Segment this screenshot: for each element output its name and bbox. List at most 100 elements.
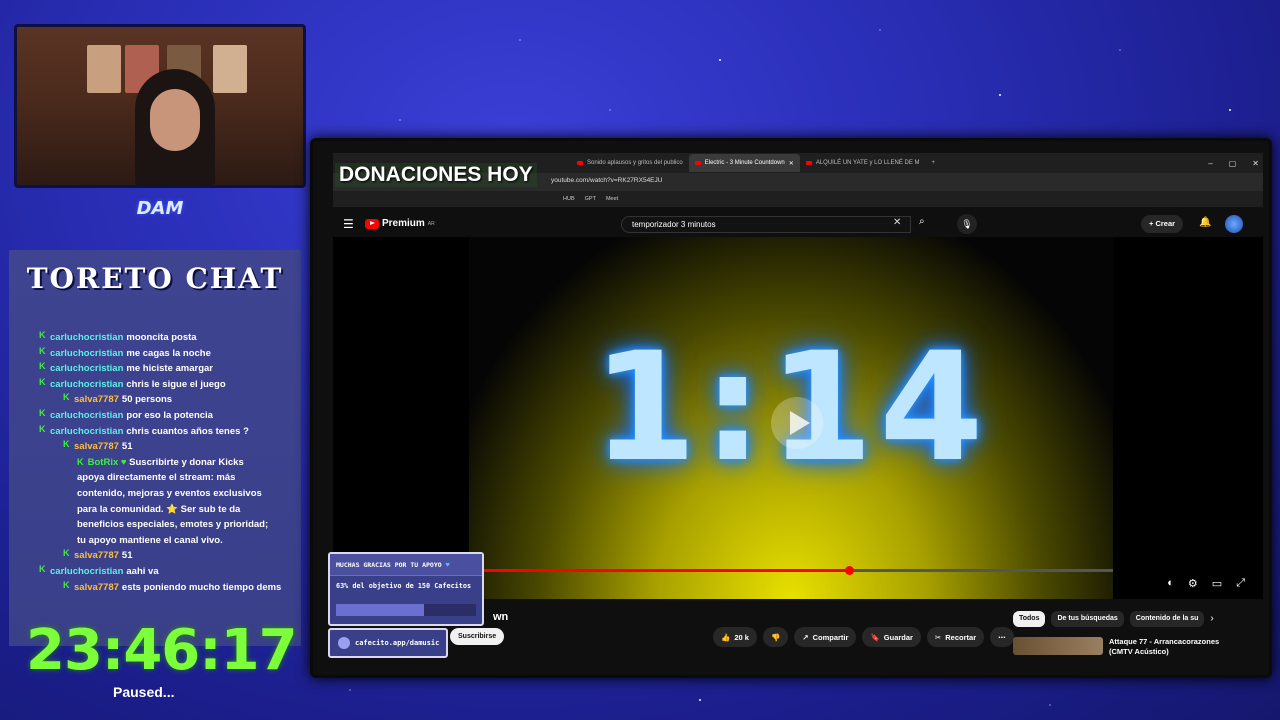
progress-bar[interactable] <box>469 566 1113 575</box>
cafecito-url: cafecito.app/damusic <box>355 639 440 647</box>
recommended-video[interactable]: Attaque 77 - Arrancacorazones (CMTV Acús… <box>1013 637 1229 657</box>
thumbs-down-icon: 👎 <box>770 632 781 642</box>
like-count: 20 k <box>734 632 749 642</box>
chat-username[interactable]: carluchocristian <box>50 361 123 377</box>
like-button[interactable]: 👍 20 k <box>713 627 757 647</box>
chat-message: Kcarluchocristian chris le sigue el juego <box>39 377 301 393</box>
thumbs-up-icon: 👍 <box>721 632 731 642</box>
create-button[interactable]: + Crear <box>1141 215 1184 233</box>
url-text: youtube.com/watch?v=RK27RX54EJU <box>551 177 663 184</box>
clear-search-icon[interactable]: ✕ <box>893 217 901 228</box>
chat-username[interactable]: carluchocristian <box>50 408 123 424</box>
new-tab-button[interactable]: + <box>926 154 942 172</box>
rec-thumbnail[interactable] <box>1013 637 1103 655</box>
more-button[interactable]: ⋯ <box>990 627 1014 647</box>
chat-username[interactable]: carluchocristian <box>50 330 123 346</box>
clip-button[interactable]: ✂ Recortar <box>926 627 985 647</box>
kick-badge-icon: K <box>63 548 70 559</box>
heart-icon: ♥ <box>445 561 450 569</box>
chat-text: 51 <box>121 441 133 453</box>
chat-message-bot: K BotRix ♥ Suscribirte y donar Kicks apo… <box>39 455 301 549</box>
bookmark-gpt[interactable]: GPT <box>585 196 596 202</box>
chat-username[interactable]: carluchocristian <box>50 377 123 393</box>
logo-region: AR <box>427 220 435 227</box>
tab-label: Sonido aplausos y gritos del publico <box>587 160 683 166</box>
minimize-icon[interactable]: – <box>1208 159 1212 168</box>
avatar[interactable] <box>1225 215 1243 233</box>
kick-badge-icon: K <box>63 439 70 450</box>
share-button[interactable]: ↗ Compartir <box>794 627 857 647</box>
chip-busquedas[interactable]: De tus búsquedas <box>1051 611 1124 627</box>
donation-progress-bar <box>336 604 476 616</box>
channel-logo: DAM <box>136 197 184 219</box>
logo-text: Premium <box>382 218 425 229</box>
stream-clock: 23:46:17 <box>26 618 298 683</box>
kick-badge-icon: K <box>77 456 84 467</box>
chat-text: mooncita posta <box>126 332 197 343</box>
chat-username[interactable]: carluchocristian <box>50 346 123 362</box>
cafecito-link[interactable]: cafecito.app/damusic <box>328 628 448 658</box>
kick-badge-icon: K <box>39 407 46 418</box>
bell-icon[interactable]: 🔔 <box>1199 217 1211 228</box>
bookmarks-bar: HUB GPT Meet <box>333 191 1263 207</box>
bookmark-meet[interactable]: Meet <box>606 196 618 202</box>
dislike-button[interactable]: 👎 <box>762 627 789 647</box>
youtube-logo[interactable]: Premium AR <box>365 218 435 229</box>
subscribe-button[interactable]: Suscribirse <box>450 628 505 645</box>
chip-contenido[interactable]: Contenido de la su <box>1129 611 1205 627</box>
kick-badge-icon: K <box>39 330 46 340</box>
play-button[interactable] <box>771 397 823 449</box>
close-icon[interactable]: ✕ <box>789 160 794 167</box>
chat-username[interactable]: carluchocristian <box>50 424 123 440</box>
save-label: Guardar <box>883 632 913 642</box>
clip-label: Recortar <box>945 632 977 642</box>
kick-badge-icon: K <box>39 345 46 356</box>
kick-badge-icon: K <box>63 579 70 590</box>
chat-username[interactable]: salva7787 <box>74 580 119 596</box>
tab-aplausos[interactable]: Sonido aplausos y gritos del publico <box>571 154 689 172</box>
share-label: Compartir <box>812 632 849 642</box>
chat-message: Kcarluchocristian chris cuantos años tene… <box>39 424 301 440</box>
close-window-icon[interactable]: ✕ <box>1252 159 1259 168</box>
tab-yate[interactable]: ALQUILÉ UN YATE y LO LLENÉ DE M <box>800 154 926 172</box>
chat-message: Kcarluchocristian por eso la potencia <box>39 408 301 424</box>
search-input[interactable]: temporizador 3 minutos <box>621 216 911 233</box>
chat-text: 50 persons <box>121 394 173 406</box>
chat-title: TORETO CHAT <box>26 262 284 295</box>
progress-knob[interactable] <box>844 566 854 575</box>
chat-username[interactable]: BotRix <box>88 457 121 468</box>
player-controls: ◐ ⚙ ▭ ⤢ <box>1167 577 1245 590</box>
chat-message: Ksalva7787 ests poniendo mucho tiempo dem… <box>39 580 301 596</box>
save-button[interactable]: 🔖 Guardar <box>862 627 921 647</box>
chat-username[interactable]: salva7787 <box>74 439 119 455</box>
donation-header-text: MUCHAS GRACIAS POR TU APOYO <box>336 561 442 569</box>
autoplay-toggle-icon[interactable]: ◐ <box>1167 577 1174 590</box>
youtube-icon <box>694 161 701 165</box>
theater-icon[interactable]: ▭ <box>1212 577 1222 590</box>
chat-text: aahi va <box>126 565 159 577</box>
chat-username[interactable]: carluchocristian <box>50 564 123 580</box>
rec-title[interactable]: Attaque 77 - Arrancacorazones (CMTV Acús… <box>1109 637 1229 657</box>
mic-icon[interactable]: 🎙 <box>957 214 977 234</box>
settings-icon[interactable]: ⚙ <box>1188 577 1198 590</box>
chat-text: chris cuantos años tenes ? <box>126 425 249 437</box>
chevron-right-icon[interactable]: › <box>1210 611 1213 627</box>
bot-message-text: K BotRix ♥ Suscribirte y donar Kicks apo… <box>77 455 273 549</box>
video-player[interactable]: 1:14 ◐ ⚙ ▭ ⤢ <box>333 237 1263 599</box>
donation-header: MUCHAS GRACIAS POR TU APOYO ♥ <box>330 554 482 576</box>
kick-badge-icon: K <box>39 376 46 387</box>
create-label: Crear <box>1155 219 1176 228</box>
chat-username[interactable]: salva7787 <box>74 392 119 408</box>
tab-countdown[interactable]: Electric - 3 Minute Countdown ✕ <box>688 154 800 172</box>
fullscreen-icon[interactable]: ⤢ <box>1236 577 1245 590</box>
donation-goal: 63% del objetivo de 150 Cafecitos <box>336 582 472 590</box>
menu-icon[interactable]: ☰ <box>343 217 354 231</box>
bookmark-hub[interactable]: HUB <box>563 196 575 202</box>
maximize-icon[interactable]: ▢ <box>1229 159 1237 168</box>
chat-text: me cagas la noche <box>126 347 211 359</box>
search-icon[interactable]: ⌕ <box>919 216 925 227</box>
youtube-header: ☰ Premium AR temporizador 3 minutos ✕ ⌕ … <box>333 211 1263 237</box>
chat-username[interactable]: salva7787 <box>74 548 119 564</box>
chip-todos[interactable]: Todos <box>1013 611 1046 627</box>
window-controls: – ▢ ✕ <box>1208 159 1263 168</box>
